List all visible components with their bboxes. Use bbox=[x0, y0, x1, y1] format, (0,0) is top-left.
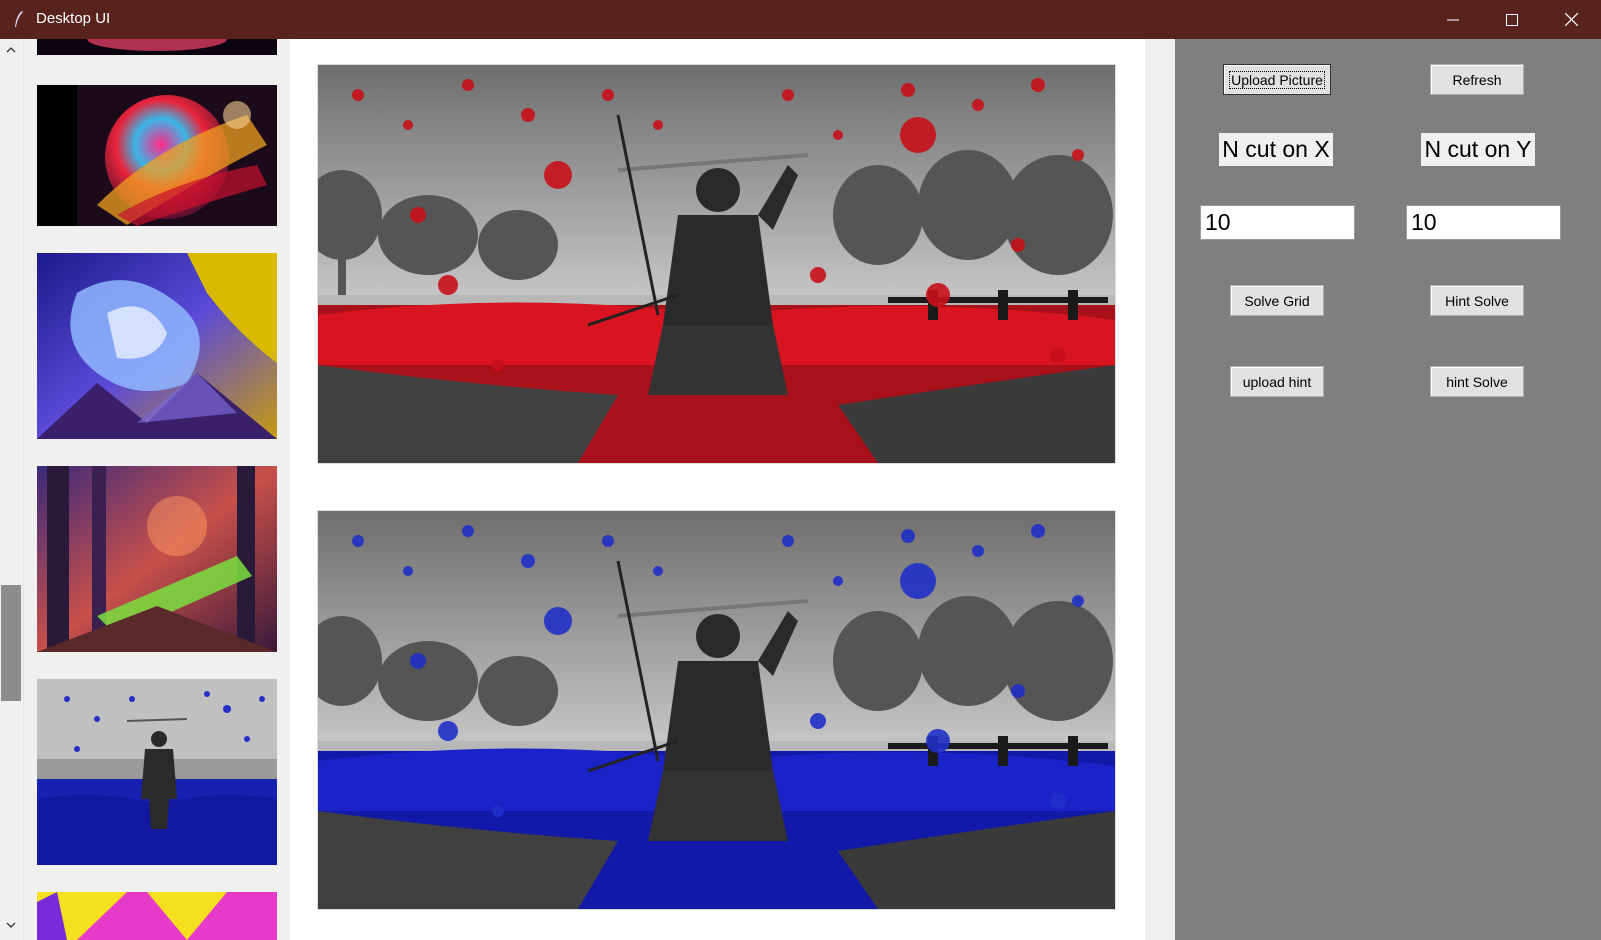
thumbnail-fantasy-forest[interactable] bbox=[37, 466, 277, 652]
thumbnail-yellow-purple-abstract[interactable] bbox=[37, 892, 277, 940]
thumbnail-cosmic-planet-partial[interactable] bbox=[37, 39, 277, 55]
n-cut-y-input[interactable]: 10 bbox=[1406, 205, 1561, 240]
main-image-samurai-red bbox=[317, 64, 1116, 464]
refresh-button[interactable]: Refresh bbox=[1430, 64, 1524, 95]
upload-hint-label: upload hint bbox=[1242, 373, 1312, 390]
solve-grid-button[interactable]: Solve Grid bbox=[1230, 285, 1324, 316]
thumbnail-blue-lightning-storm[interactable] bbox=[37, 253, 277, 439]
scroll-up-icon[interactable] bbox=[4, 43, 18, 57]
close-icon bbox=[1564, 13, 1578, 26]
window-title: Desktop UI bbox=[36, 10, 111, 27]
hint-solve-button[interactable]: Hint Solve bbox=[1430, 285, 1524, 316]
scroll-down-icon[interactable] bbox=[4, 918, 18, 932]
maximize-icon bbox=[1506, 13, 1518, 26]
minimize-button[interactable] bbox=[1424, 0, 1482, 39]
thumbnail-cosmic-planet[interactable] bbox=[37, 85, 277, 226]
upload-hint-button[interactable]: upload hint bbox=[1230, 366, 1324, 397]
main-image-samurai-blue bbox=[317, 510, 1116, 910]
n-cut-y-label: N cut on Y bbox=[1421, 133, 1535, 166]
minimize-icon bbox=[1447, 19, 1459, 20]
feather-icon bbox=[15, 11, 23, 27]
thumbnail-samurai-blue[interactable] bbox=[37, 679, 277, 865]
control-panel: Upload Picture Refresh N cut on X N cut … bbox=[1175, 39, 1601, 940]
canvas-gutter bbox=[1145, 39, 1175, 940]
hint-solve-2-label: hint Solve bbox=[1446, 373, 1508, 390]
thumbnail-list bbox=[24, 39, 290, 940]
image-canvas bbox=[290, 39, 1145, 940]
upload-picture-label: Upload Picture bbox=[1229, 70, 1325, 89]
thumbnail-scrollbar[interactable] bbox=[0, 39, 24, 940]
n-cut-x-label: N cut on X bbox=[1219, 133, 1333, 166]
title-bar: Desktop UI bbox=[0, 0, 1601, 39]
hint-solve-label: Hint Solve bbox=[1445, 292, 1509, 309]
solve-grid-label: Solve Grid bbox=[1244, 292, 1310, 309]
refresh-label: Refresh bbox=[1452, 71, 1502, 88]
n-cut-x-input[interactable]: 10 bbox=[1200, 205, 1355, 240]
close-button[interactable] bbox=[1542, 0, 1600, 39]
scrollbar-thumb[interactable] bbox=[1, 585, 21, 701]
maximize-button[interactable] bbox=[1483, 0, 1541, 39]
hint-solve-2-button[interactable]: hint Solve bbox=[1430, 366, 1524, 397]
upload-picture-button[interactable]: Upload Picture bbox=[1223, 64, 1331, 95]
